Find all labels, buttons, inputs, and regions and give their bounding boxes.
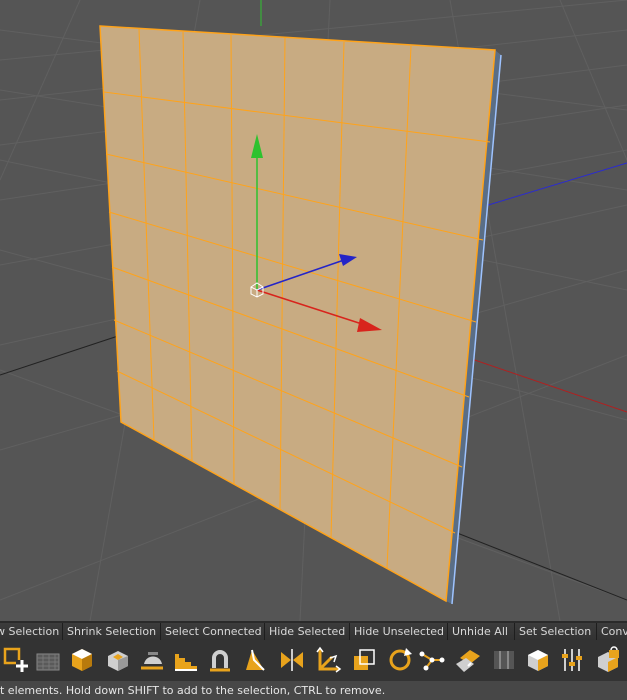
status-text: t elements. Hold down SHIFT to add to th… [0,684,386,697]
scale-tool-icon[interactable] [350,646,378,674]
stairs-tool-icon[interactable] [172,646,200,674]
polygon-plane [99,25,496,603]
command-bar: w Selection Shrink Selection Select Conn… [0,623,627,640]
add-object-icon[interactable] [2,646,30,674]
magnet-tool-icon[interactable] [240,646,268,674]
convert-selection-button[interactable]: Conv [597,623,627,640]
status-bar: t elements. Hold down SHIFT to add to th… [0,681,627,700]
points-path-icon[interactable] [418,646,446,674]
shrink-selection-button[interactable]: Shrink Selection [63,623,161,640]
unhide-all-button[interactable]: Unhide All [448,623,515,640]
cube-box-icon[interactable] [524,646,552,674]
tool-bar [0,640,627,681]
bend-tool-icon[interactable] [206,646,234,674]
set-selection-button[interactable]: Set Selection [515,623,597,640]
iron-tool-icon[interactable] [138,646,166,674]
extrude-cube-icon[interactable] [68,646,96,674]
weld-tool-icon[interactable] [454,646,482,674]
cube-lock-icon[interactable] [594,646,622,674]
hide-unselected-button[interactable]: Hide Unselected [350,623,448,640]
grow-selection-button[interactable]: w Selection [0,623,63,640]
hide-selected-button[interactable]: Hide Selected [265,623,350,640]
slide-tool-icon[interactable] [490,646,518,674]
bevel-cube-icon[interactable] [104,646,132,674]
select-connected-button[interactable]: Select Connected [161,623,265,640]
3d-viewport[interactable] [0,0,627,621]
layer-grid-icon[interactable] [34,646,62,674]
mirror-tool-icon[interactable] [278,646,306,674]
viewport-scene [0,0,627,621]
rotate-tool-icon[interactable] [386,646,414,674]
sliders-icon[interactable] [558,646,586,674]
move-axis-icon[interactable] [314,646,342,674]
